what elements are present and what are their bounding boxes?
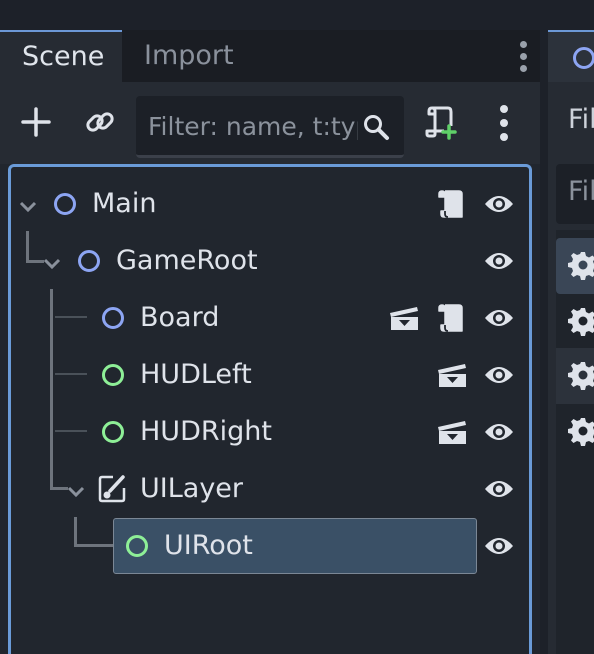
node-circle-icon xyxy=(572,46,594,70)
chevron-down-icon[interactable] xyxy=(67,483,85,498)
inspector-toolbar-text: Fil xyxy=(568,104,594,135)
inspector-row[interactable] xyxy=(556,404,594,460)
dock-menu-button[interactable] xyxy=(508,38,538,74)
dock-tab-bar: Scene Import xyxy=(0,30,540,82)
control-circle-icon xyxy=(125,534,149,558)
tree-row-main[interactable]: Main xyxy=(11,176,529,232)
instanced-scene-icon[interactable] xyxy=(388,304,420,332)
node2d-circle-icon xyxy=(77,249,101,273)
tree-row-uilayer[interactable]: UILayer xyxy=(11,461,529,517)
search-icon xyxy=(362,113,390,141)
inspector-dock: Fil Fil xyxy=(548,30,594,654)
filter-input[interactable] xyxy=(148,106,358,146)
filter-field xyxy=(136,96,404,158)
inspector-row[interactable] xyxy=(556,294,594,350)
node-label: Main xyxy=(92,188,157,219)
gear-icon xyxy=(568,306,594,336)
node-label: HUDRight xyxy=(140,416,272,447)
eye-icon[interactable] xyxy=(483,249,515,273)
inspector-tab[interactable] xyxy=(548,30,594,82)
node-label: UIRoot xyxy=(164,530,253,561)
node2d-circle-icon xyxy=(101,306,125,330)
tree-row-board[interactable]: Board xyxy=(11,290,529,346)
canvas-layer-icon xyxy=(97,474,127,504)
node-label: Board xyxy=(140,302,220,333)
editor-top-strip xyxy=(0,0,594,30)
eye-icon[interactable] xyxy=(483,534,515,558)
node-label: GameRoot xyxy=(116,245,258,276)
eye-icon[interactable] xyxy=(483,306,515,330)
chevron-down-icon[interactable] xyxy=(43,255,61,270)
tree-row-hudright[interactable]: HUDRight xyxy=(11,404,529,460)
tab-import[interactable]: Import xyxy=(122,30,272,82)
inspector-row[interactable] xyxy=(556,348,594,404)
node-label: HUDLeft xyxy=(140,359,252,390)
instanced-scene-icon[interactable] xyxy=(436,418,468,446)
gear-icon xyxy=(568,250,594,280)
scene-dock: Scene Import Filter: name, t:type, g:gro… xyxy=(0,30,540,654)
eye-icon[interactable] xyxy=(483,192,515,216)
gear-icon xyxy=(568,416,594,446)
inspector-filter-field[interactable]: Fil xyxy=(556,164,594,224)
control-circle-icon xyxy=(101,363,125,387)
scene-tree: Main GameRoot Board HUDLeft HUDRight UIL… xyxy=(8,164,532,654)
tree-row-hudleft[interactable]: HUDLeft xyxy=(11,347,529,403)
script-icon[interactable] xyxy=(436,303,466,333)
instanced-scene-icon[interactable] xyxy=(436,361,468,389)
tree-row-gameroot[interactable]: GameRoot xyxy=(11,233,529,289)
eye-icon[interactable] xyxy=(483,477,515,501)
link-icon[interactable] xyxy=(84,106,116,138)
scene-toolbar xyxy=(0,82,540,164)
node-label: UILayer xyxy=(140,473,244,504)
gear-icon xyxy=(568,360,594,390)
eye-icon[interactable] xyxy=(483,363,515,387)
eye-icon[interactable] xyxy=(483,420,515,444)
plus-icon[interactable] xyxy=(20,106,52,138)
add-script-icon[interactable] xyxy=(424,104,458,140)
chevron-down-icon[interactable] xyxy=(19,198,37,213)
control-circle-icon xyxy=(101,420,125,444)
tree-row-uiroot[interactable]: UIRoot xyxy=(11,518,529,574)
tab-scene[interactable]: Scene xyxy=(0,30,122,82)
script-icon[interactable] xyxy=(436,189,466,219)
kebab-menu-icon[interactable] xyxy=(496,104,512,142)
inspector-row[interactable] xyxy=(556,238,594,294)
inspector-filter-text: Fil xyxy=(568,176,594,207)
node2d-circle-icon xyxy=(53,192,77,216)
